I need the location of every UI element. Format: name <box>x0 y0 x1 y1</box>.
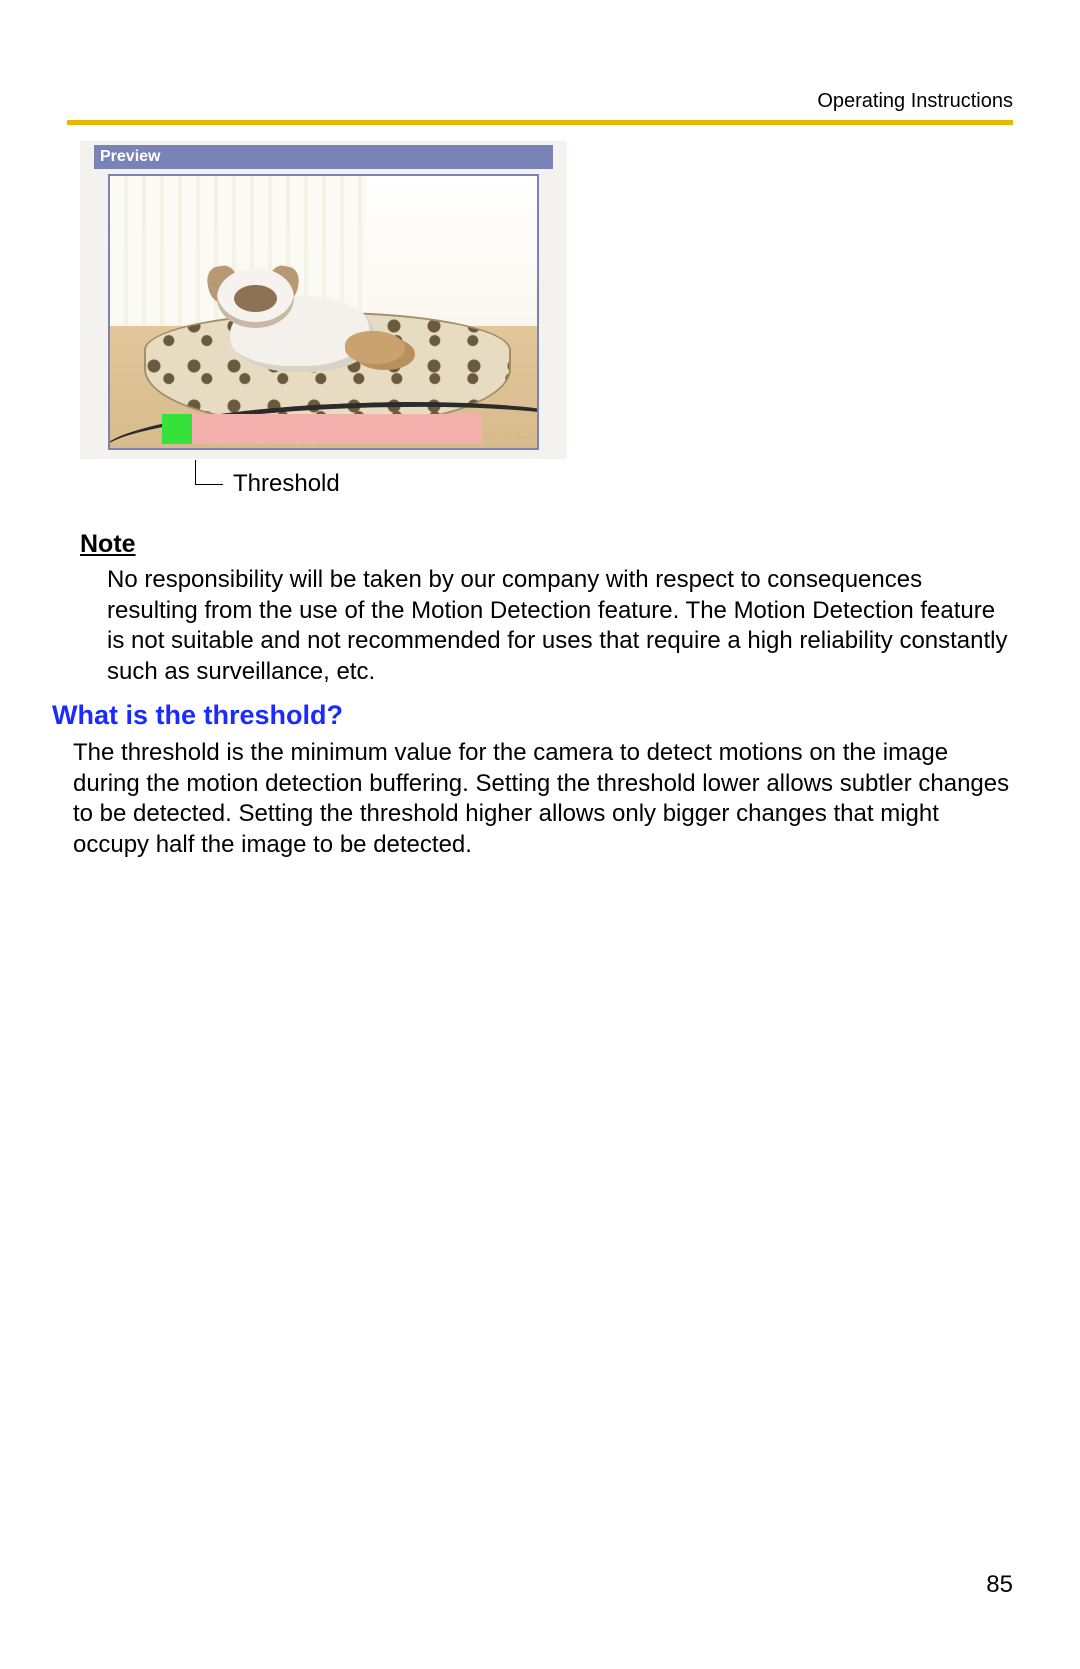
header-label: Operating Instructions <box>817 90 1013 113</box>
motion-level-bar <box>192 414 482 444</box>
section-heading: What is the threshold? <box>52 700 343 731</box>
threshold-indicator-icon <box>162 414 192 444</box>
preview-background: Preview <box>80 141 567 459</box>
camera-preview-image <box>110 176 537 448</box>
section-body: The threshold is the minimum value for t… <box>73 738 1013 861</box>
note-heading: Note <box>80 530 136 559</box>
section-divider <box>67 120 1013 125</box>
page: Operating Instructions Preview <box>67 0 1013 1669</box>
callout-line <box>195 460 196 484</box>
callout-line <box>195 484 223 485</box>
threshold-callout-label: Threshold <box>233 470 340 498</box>
preview-image-frame <box>108 174 539 450</box>
preview-panel: Preview <box>80 141 567 459</box>
note-body: No responsibility will be taken by our c… <box>107 565 1012 688</box>
page-number: 85 <box>986 1571 1013 1599</box>
preview-title: Preview <box>94 145 553 169</box>
